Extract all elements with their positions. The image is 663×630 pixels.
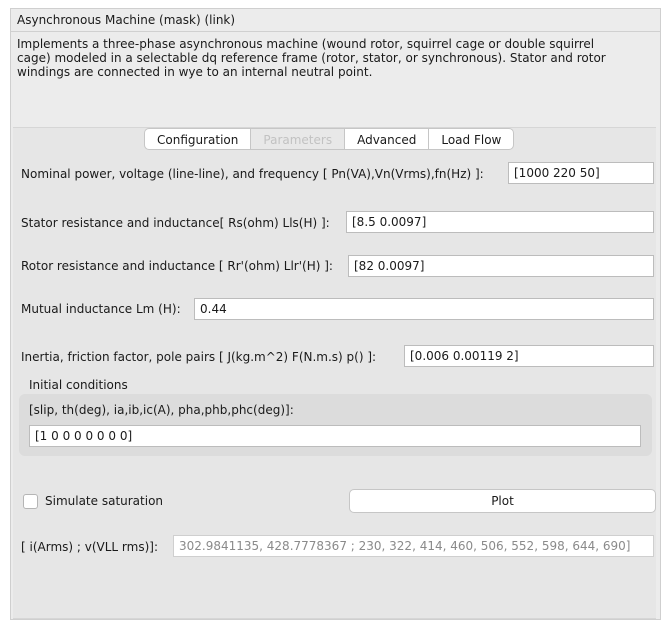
initial-conditions-group: [slip, th(deg), ia,ib,ic(A), pha,phb,phc… — [19, 394, 652, 456]
mask-dialog: Asynchronous Machine (mask) (link) Imple… — [10, 8, 661, 620]
plot-button[interactable]: Plot — [349, 489, 656, 513]
simulate-saturation-label: Simulate saturation — [45, 494, 164, 508]
block-description: Implements a three-phase asynchronous ma… — [17, 37, 606, 79]
initial-conditions-field[interactable]: [1 0 0 0 0 0 0 0] — [29, 425, 641, 447]
mutual-label: Mutual inductance Lm (H): — [21, 302, 181, 316]
saturation-data-label: [ i(Arms) ; v(VLL rms)]: — [21, 540, 158, 554]
inertia-label: Inertia, friction factor, pole pairs [ J… — [21, 350, 377, 364]
tab-load-flow[interactable]: Load Flow — [428, 128, 515, 150]
saturation-data-field: 302.9841135, 428.7778367 ; 230, 322, 414… — [173, 535, 654, 557]
nominal-label: Nominal power, voltage (line-line), and … — [21, 167, 484, 181]
rotor-field[interactable]: [82 0.0097] — [348, 255, 654, 277]
dialog-title: Asynchronous Machine (mask) (link) — [11, 9, 660, 32]
initial-conditions-label: [slip, th(deg), ia,ib,ic(A), pha,phb,phc… — [29, 403, 294, 417]
mutual-field[interactable]: 0.44 — [194, 298, 654, 320]
stator-label: Stator resistance and inductance[ Rs(ohm… — [21, 216, 330, 230]
stator-field[interactable]: [8.5 0.0097] — [346, 211, 654, 233]
tab-configuration[interactable]: Configuration — [144, 128, 251, 150]
inertia-field[interactable]: [0.006 0.00119 2] — [404, 345, 654, 367]
tab-bar: Configuration Parameters Advanced Load F… — [144, 128, 515, 150]
parameters-panel: Configuration Parameters Advanced Load F… — [13, 127, 656, 619]
rotor-label: Rotor resistance and inductance [ Rr'(oh… — [21, 259, 333, 273]
nominal-field[interactable]: [1000 220 50] — [508, 162, 654, 184]
tab-parameters: Parameters — [250, 128, 345, 150]
initial-conditions-heading: Initial conditions — [29, 378, 128, 392]
tab-advanced[interactable]: Advanced — [344, 128, 429, 150]
simulate-saturation-checkbox[interactable] — [23, 494, 38, 509]
